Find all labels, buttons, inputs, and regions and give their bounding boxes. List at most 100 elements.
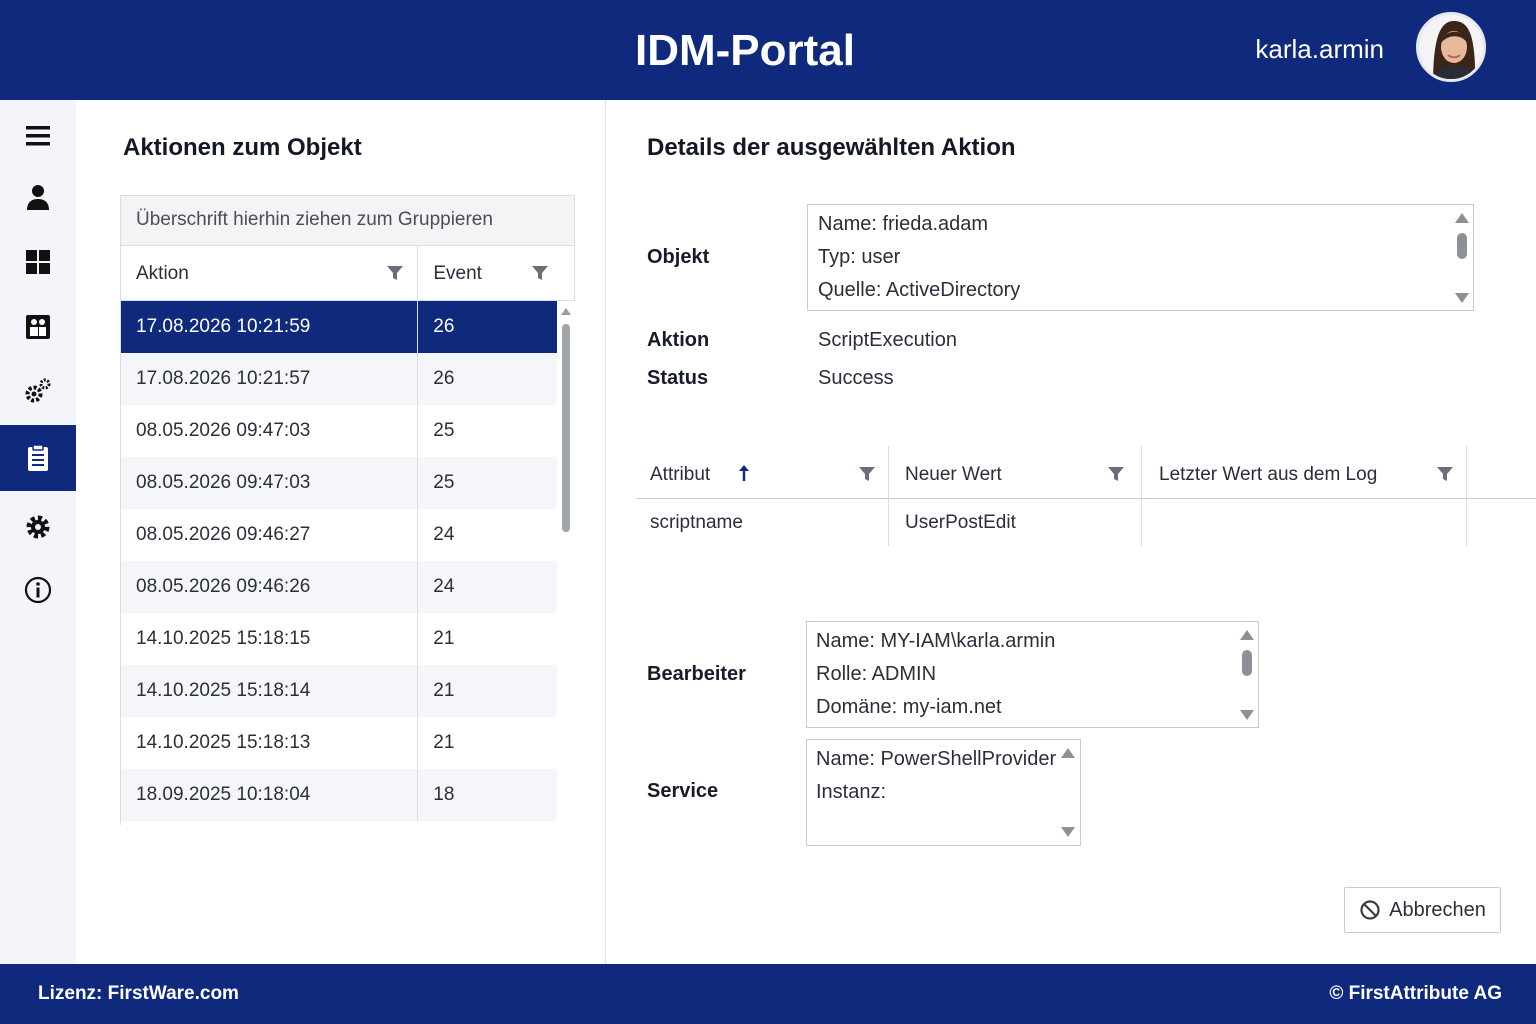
service-line: Name: PowerShellProvider	[816, 748, 1057, 770]
scroll-down-icon[interactable]	[1061, 827, 1075, 837]
menu-icon	[26, 126, 50, 146]
sidebar-item-menu[interactable]	[0, 103, 76, 169]
cell-aktion: 14.10.2025 15:18:15	[121, 613, 419, 665]
bearbeiter-line: Domäne: my-iam.net	[816, 696, 1002, 718]
sidebar-item-settings[interactable]	[0, 494, 76, 560]
table-row[interactable]: 08.05.2026 09:47:03 25	[121, 405, 557, 457]
cell-event: 25	[433, 472, 455, 493]
sidebar	[0, 100, 76, 964]
column-label-attribut: Attribut	[650, 464, 711, 485]
actions-grid-body: 17.08.2026 10:21:59 26 17.08.2026 10:21:5…	[120, 301, 557, 825]
status-label: Status	[647, 367, 709, 389]
cell-event: 26	[433, 316, 455, 337]
sort-ascending-icon[interactable]	[738, 463, 750, 483]
dashboard-icon	[26, 250, 50, 274]
service-info-box[interactable]: Name: PowerShellProvider Instanz:	[806, 739, 1081, 846]
table-row[interactable]: 08.05.2026 09:47:03 25	[121, 457, 557, 509]
column-header-event[interactable]: Event	[418, 246, 574, 300]
cell-aktion: 18.09.2025 10:18:04	[121, 769, 419, 821]
cell-event: 24	[433, 524, 455, 545]
cancel-icon	[1360, 900, 1380, 920]
cell-event: 24	[433, 576, 455, 597]
sidebar-item-dashboard[interactable]	[0, 229, 76, 295]
table-row[interactable]: scriptname UserPostEdit	[636, 499, 1536, 546]
column-header-letzter-wert[interactable]: Letzter Wert aus dem Log	[1159, 464, 1377, 486]
box-scroll-thumb[interactable]	[1457, 233, 1467, 259]
scroll-up-icon[interactable]	[1240, 630, 1254, 640]
user-avatar[interactable]	[1416, 12, 1486, 82]
status-value: Success	[818, 367, 894, 389]
info-icon	[24, 576, 52, 604]
cell-aktion: 08.05.2026 09:47:03	[121, 405, 419, 457]
cell-event: 21	[433, 732, 455, 753]
group-by-drop-zone[interactable]: Überschrift hierhin ziehen zum Gruppiere…	[120, 195, 575, 246]
filter-icon[interactable]	[386, 264, 404, 282]
column-header-aktion[interactable]: Aktion	[121, 246, 419, 300]
table-row[interactable]: 17.08.2026 10:21:59 26	[121, 301, 557, 353]
scroll-up-icon[interactable]	[1061, 748, 1075, 758]
grid-scrollbar-thumb[interactable]	[562, 324, 570, 532]
scroll-down-icon[interactable]	[1240, 710, 1254, 720]
actions-grid-header: Aktion Event	[120, 246, 575, 301]
copyright-text: © FirstAttribute AG	[1329, 983, 1502, 1004]
column-separator	[1466, 499, 1467, 546]
cell-aktion: 08.05.2026 09:46:26	[121, 561, 419, 613]
cell-event: 21	[433, 680, 455, 701]
aktion-label: Aktion	[647, 329, 710, 351]
user-icon	[27, 185, 49, 210]
column-label-aktion: Aktion	[136, 263, 189, 284]
bearbeiter-line: Name: MY-IAM\karla.armin	[816, 630, 1056, 652]
filter-icon[interactable]	[858, 465, 876, 483]
table-row[interactable]: 08.05.2026 09:46:27 24	[121, 509, 557, 561]
scroll-down-icon[interactable]	[1455, 293, 1469, 303]
cell-event: 21	[433, 628, 455, 649]
cell-aktion: 17.08.2026 10:21:59	[121, 301, 419, 353]
table-row[interactable]: 18.09.2025 10:18:04 18	[121, 769, 557, 821]
column-header-neuer-wert[interactable]: Neuer Wert	[905, 464, 1002, 486]
app-footer: Lizenz: FirstWare.com © FirstAttribute A…	[0, 964, 1536, 1024]
cell-attribut: scriptname	[650, 512, 743, 533]
cell-aktion: 14.10.2025 15:18:14	[121, 665, 419, 717]
table-row[interactable]: 14.10.2025 15:18:13 21	[121, 717, 557, 769]
objekt-line: Quelle: ActiveDirectory	[818, 279, 1021, 301]
groups-icon	[26, 315, 50, 339]
column-separator	[888, 446, 889, 499]
objekt-info-box[interactable]: Name: frieda.adam Typ: user Quelle: Acti…	[807, 204, 1474, 311]
cell-aktion: 08.05.2026 09:47:03	[121, 457, 419, 509]
sidebar-item-actions-log[interactable]	[0, 425, 76, 491]
sidebar-item-groups[interactable]	[0, 294, 76, 360]
cell-aktion: 08.05.2026 09:46:27	[121, 509, 419, 561]
scroll-up-icon[interactable]	[1455, 213, 1469, 223]
column-separator	[1141, 446, 1142, 499]
sidebar-item-gears[interactable]	[0, 358, 76, 424]
box-scroll-thumb[interactable]	[1242, 650, 1252, 676]
clipboard-icon	[28, 444, 48, 471]
bearbeiter-info-box[interactable]: Name: MY-IAM\karla.armin Rolle: ADMIN Do…	[806, 621, 1259, 728]
service-label: Service	[647, 780, 719, 802]
settings-icon	[26, 515, 50, 539]
bearbeiter-line: Rolle: ADMIN	[816, 663, 937, 685]
panel-divider	[605, 100, 606, 964]
filter-icon[interactable]	[1107, 465, 1125, 483]
column-separator	[1141, 499, 1142, 546]
filter-icon[interactable]	[531, 264, 549, 282]
license-text[interactable]: Lizenz: FirstWare.com	[38, 983, 239, 1005]
objekt-line: Typ: user	[818, 246, 901, 268]
column-header-attribut[interactable]: Attribut	[650, 464, 749, 486]
sidebar-item-info[interactable]	[0, 557, 76, 623]
left-panel-title: Aktionen zum Objekt	[123, 134, 362, 161]
objekt-line: Name: frieda.adam	[818, 213, 989, 235]
column-label-event: Event	[433, 263, 482, 284]
bearbeiter-label: Bearbeiter	[647, 663, 746, 685]
table-row[interactable]: 14.10.2025 15:18:14 21	[121, 665, 557, 717]
table-row[interactable]: 17.08.2026 10:21:57 26	[121, 353, 557, 405]
cell-event: 18	[433, 784, 455, 805]
sidebar-item-user[interactable]	[0, 164, 76, 230]
table-row[interactable]: 08.05.2026 09:46:26 24	[121, 561, 557, 613]
cancel-button[interactable]: Abbrechen	[1344, 887, 1501, 933]
username[interactable]: karla.armin	[1255, 34, 1384, 65]
gears-icon	[25, 378, 51, 403]
aktion-value: ScriptExecution	[818, 329, 957, 351]
table-row[interactable]: 14.10.2025 15:18:15 21	[121, 613, 557, 665]
filter-icon[interactable]	[1436, 465, 1454, 483]
